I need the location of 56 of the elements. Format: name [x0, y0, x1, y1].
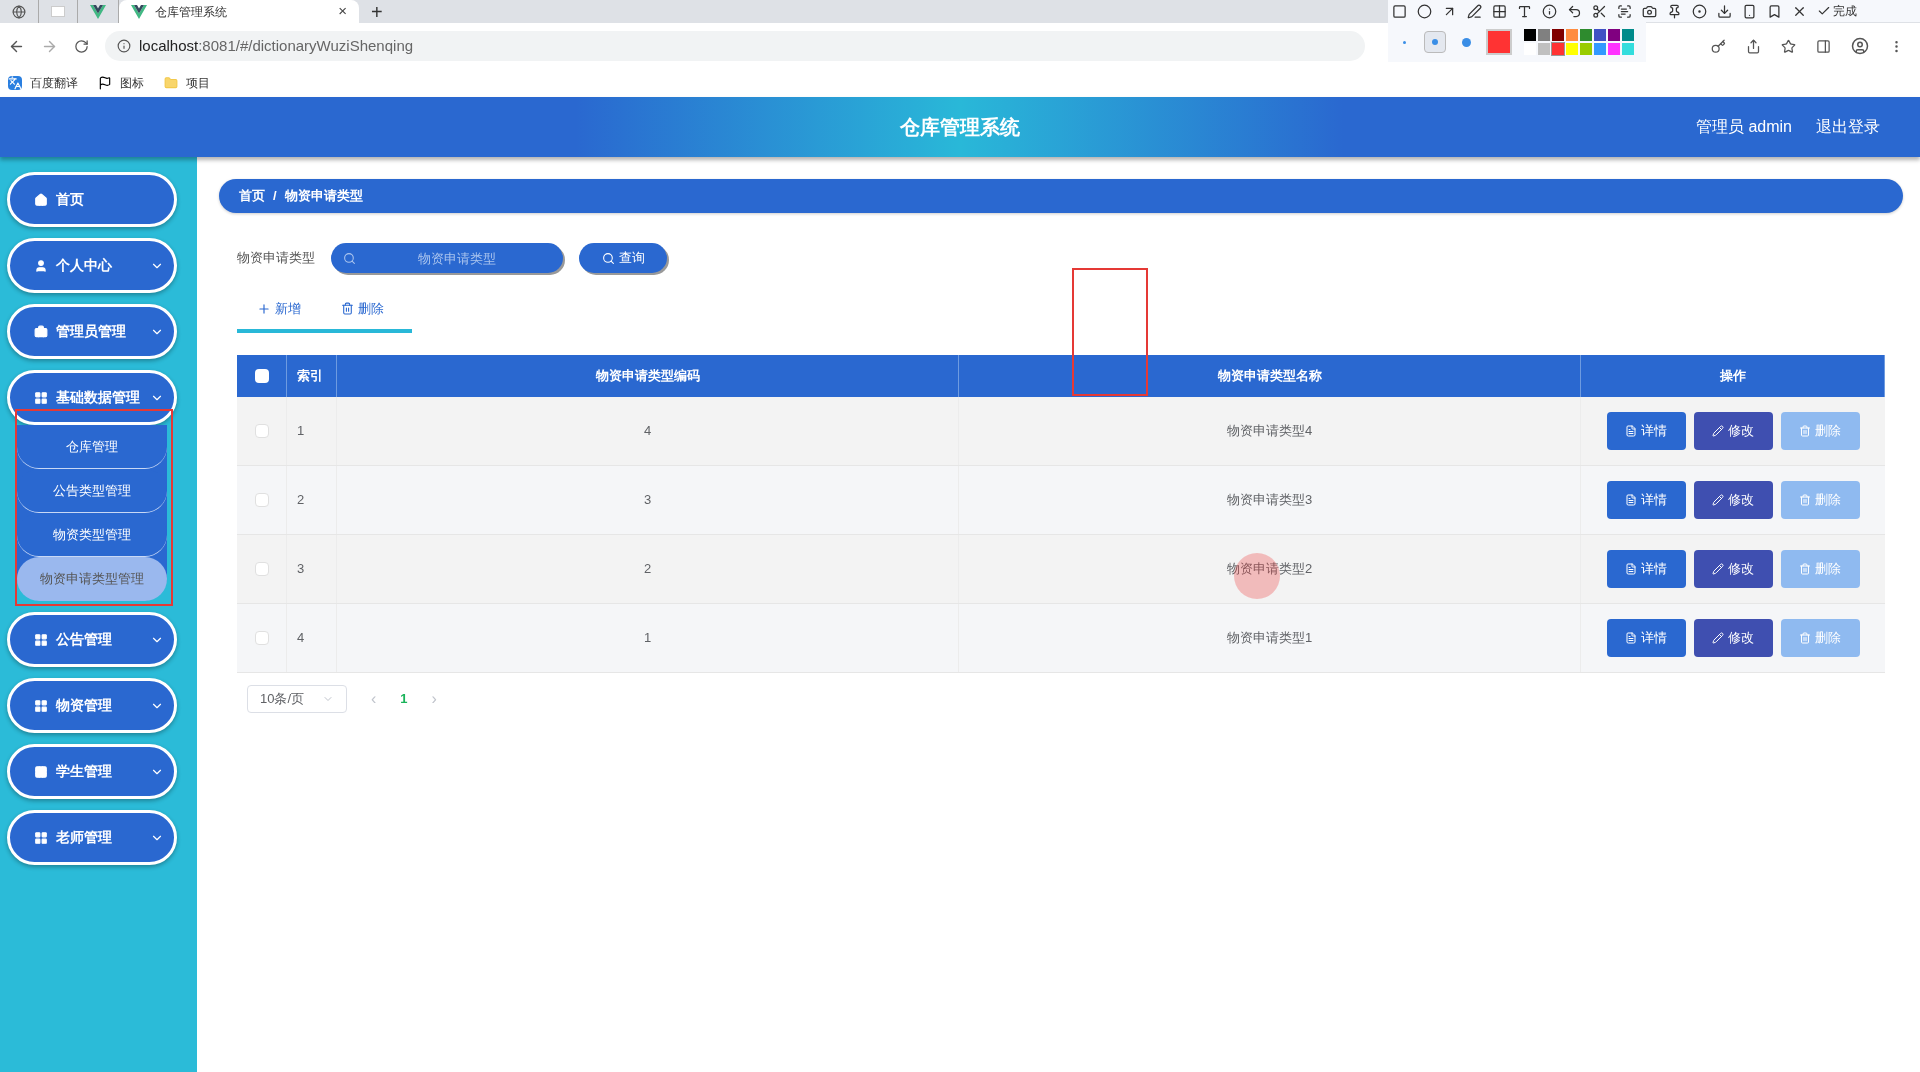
table-cell: 4: [287, 603, 337, 672]
logout-link[interactable]: 退出登录: [1816, 115, 1880, 139]
detail-button[interactable]: 详情: [1606, 480, 1686, 519]
breadcrumb-separator: /: [273, 187, 277, 206]
search-field[interactable]: 物资申请类型: [331, 243, 563, 273]
user-label: 管理员 admin: [1695, 117, 1792, 137]
sidebar-menu-item[interactable]: 物资管理: [7, 678, 177, 733]
bookmark-item[interactable]: 百度翻译: [8, 74, 78, 92]
done-button[interactable]: 完成: [1833, 2, 1857, 20]
detail-button[interactable]: 详情: [1606, 411, 1686, 450]
table-cell: 物资申请类型1: [959, 603, 1581, 672]
bookmark-item[interactable]: 项目: [164, 74, 210, 92]
url-text: localhost:8081/#/dictionaryWuziShenqing: [139, 35, 414, 56]
column-header: 物资申请类型编码: [337, 354, 959, 397]
detail-button[interactable]: 详情: [1606, 618, 1686, 657]
sidebar-menu-item[interactable]: 个人中心: [7, 238, 177, 293]
detail-button[interactable]: 详情: [1606, 549, 1686, 588]
table-cell: 物资申请类型2: [959, 534, 1581, 603]
close-tab-button[interactable]: ×: [338, 0, 347, 23]
table-cell: 2: [287, 465, 337, 534]
edit-button[interactable]: 修改: [1693, 549, 1773, 588]
column-header: 操作: [1581, 354, 1885, 397]
table-cell: 物资申请类型4: [959, 396, 1581, 465]
browser-tab[interactable]: 仓库管理系统 ×: [119, 0, 359, 23]
breadcrumb-item[interactable]: 首页: [239, 186, 265, 206]
search-label: 物资申请类型: [237, 249, 315, 268]
app-title: 仓库管理系统: [900, 116, 1020, 138]
submenu-item[interactable]: 物资申请类型管理: [17, 557, 167, 601]
table-cell: 物资申请类型3: [959, 465, 1581, 534]
sidebar-menu-item[interactable]: 公告管理: [7, 612, 177, 667]
column-header: 物资申请类型名称: [959, 354, 1581, 397]
add-button[interactable]: 新增: [257, 299, 301, 319]
table-cell: 3: [337, 465, 959, 534]
page-size-select[interactable]: 10条/页: [247, 684, 347, 713]
table-cell: 3: [287, 534, 337, 603]
edit-button[interactable]: 修改: [1693, 480, 1773, 519]
page-number[interactable]: 1: [400, 688, 408, 709]
address-field[interactable]: localhost:8081/#/dictionaryWuziShenqing: [105, 31, 1365, 61]
bookmark-item[interactable]: 图标: [98, 74, 144, 92]
edit-button[interactable]: 修改: [1693, 411, 1773, 450]
table-cell: 1: [337, 603, 959, 672]
sidebar-menu-item[interactable]: 老师管理: [7, 810, 177, 865]
sidebar-menu-item[interactable]: 学生管理: [7, 744, 177, 799]
sidebar-menu-item[interactable]: 管理员管理: [7, 304, 177, 359]
table-cell: 1: [287, 396, 337, 465]
breadcrumb-item: 物资申请类型: [284, 187, 363, 206]
column-header: 索引: [287, 354, 337, 397]
sidebar-menu-item[interactable]: 基础数据管理: [7, 370, 177, 425]
delete-button[interactable]: 删除: [341, 299, 384, 319]
query-button[interactable]: 查询: [579, 243, 667, 273]
edit-button[interactable]: 修改: [1693, 618, 1773, 657]
sidebar-menu-item[interactable]: 首页: [7, 172, 177, 227]
new-tab-button[interactable]: +: [371, 1, 383, 22]
tab-title: 仓库管理系统: [155, 3, 228, 21]
table-cell: 4: [337, 396, 959, 465]
table-cell: 2: [337, 534, 959, 603]
